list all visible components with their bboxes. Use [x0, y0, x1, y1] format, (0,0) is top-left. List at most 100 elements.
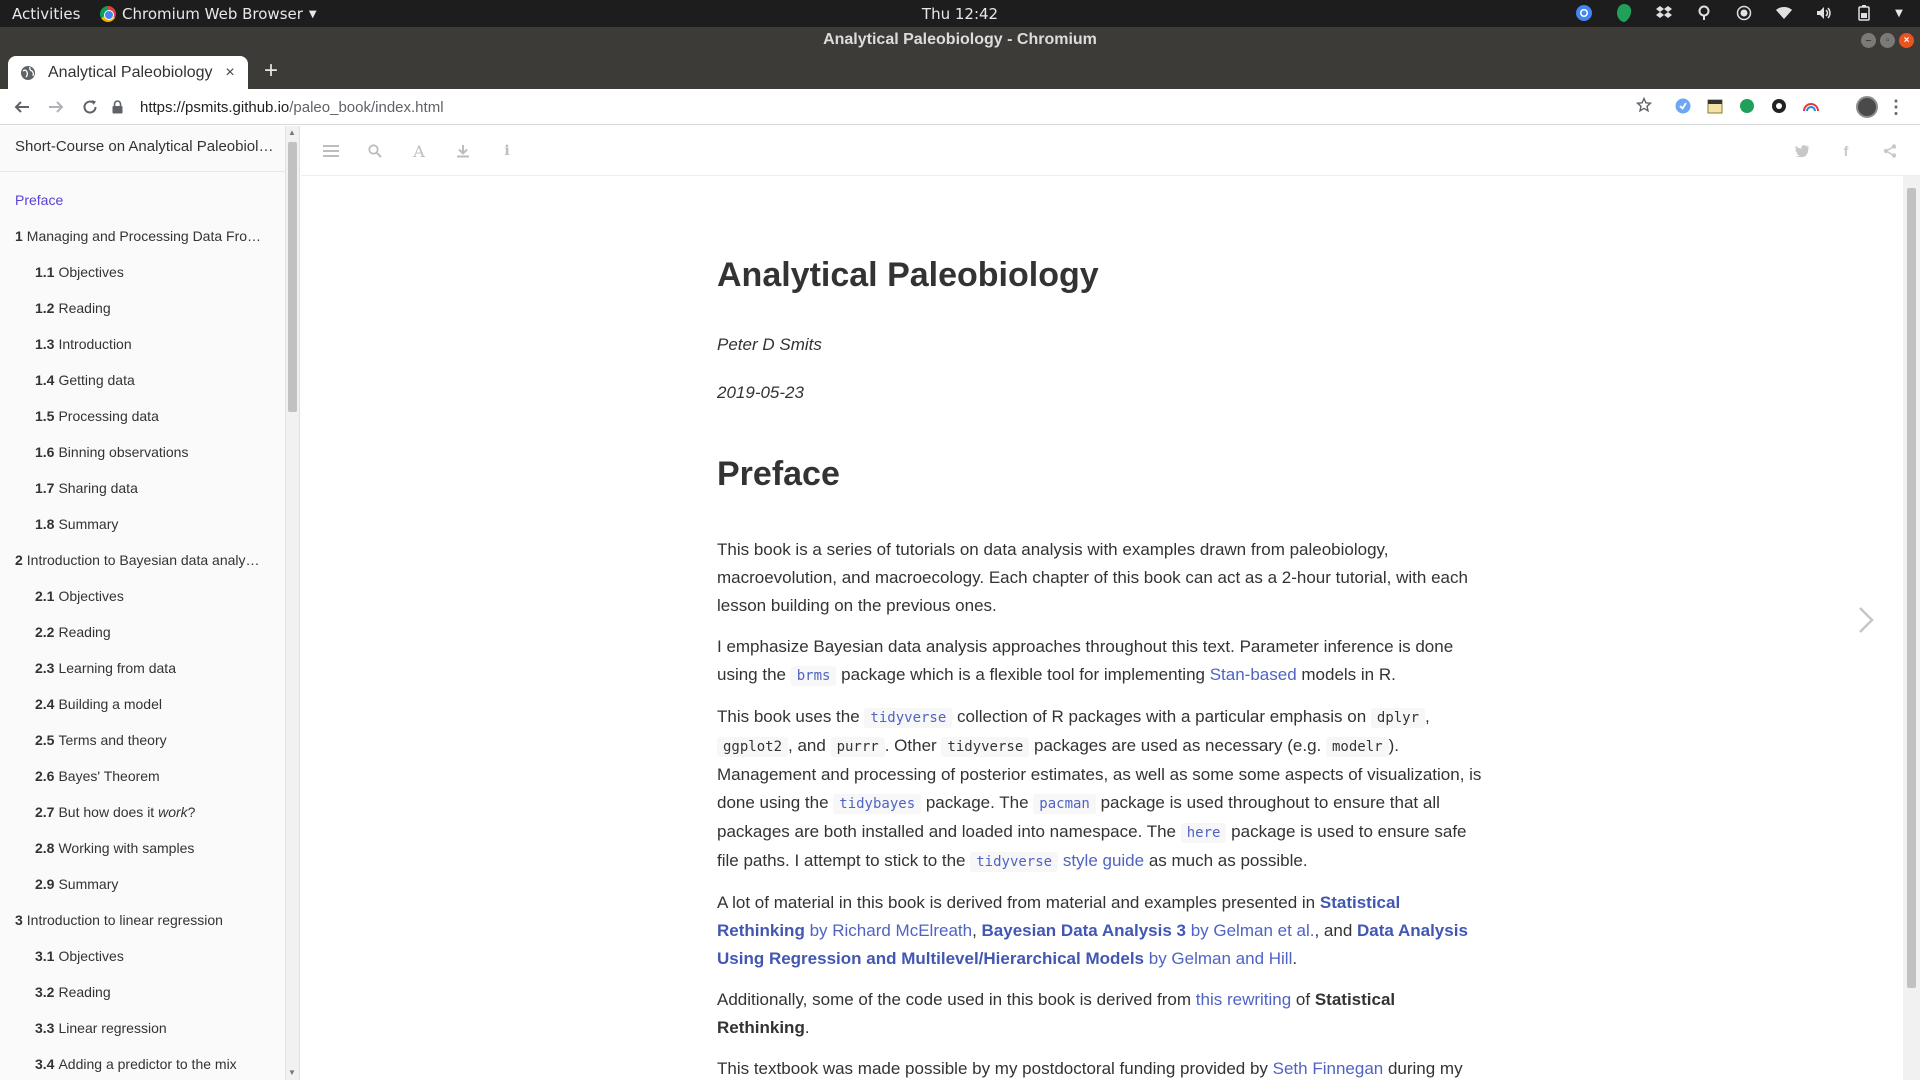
twitter-icon[interactable]: [1792, 142, 1812, 160]
new-tab-button[interactable]: +: [258, 59, 284, 85]
link-bold: Bayesian Data Analysis 3: [981, 921, 1186, 940]
paragraph-1: This book is a series of tutorials on da…: [717, 540, 1468, 615]
sidebar-item[interactable]: 3.2 Reading: [0, 974, 285, 1010]
search-icon[interactable]: [365, 142, 385, 160]
share-icon[interactable]: [1880, 142, 1900, 160]
sidebar-item[interactable]: 3.4 Adding a predictor to the mix: [0, 1046, 285, 1080]
sidebar-item[interactable]: 2.4 Building a model: [0, 686, 285, 722]
record-icon[interactable]: [1734, 3, 1754, 23]
clock[interactable]: Thu 12:42: [922, 5, 998, 23]
reload-button[interactable]: [76, 93, 104, 121]
brms-link[interactable]: brms: [790, 665, 837, 686]
back-button[interactable]: [8, 93, 36, 121]
info-icon[interactable]: i: [497, 142, 517, 160]
text: .: [1292, 949, 1298, 968]
text: , and: [1314, 921, 1358, 940]
tidybayes-link[interactable]: tidybayes: [833, 793, 922, 814]
app-menu[interactable]: Chromium Web Browser ▼: [100, 5, 317, 23]
dropbox-icon[interactable]: [1654, 3, 1674, 23]
activities-button[interactable]: Activities: [12, 5, 80, 23]
bookmark-star-icon[interactable]: [1635, 96, 1653, 117]
section-number: 1.1: [35, 264, 55, 280]
window-titlebar: Analytical Paleobiology - Chromium – ▫ ×: [0, 27, 1920, 55]
link-text: by Richard McElreath: [804, 921, 973, 940]
content-scroll-thumb[interactable]: [1907, 188, 1916, 988]
sidebar-item[interactable]: 1.7 Sharing data: [0, 470, 285, 506]
battery-icon[interactable]: [1854, 3, 1874, 23]
chrome-remote-icon[interactable]: [1574, 3, 1594, 23]
rewriting-link[interactable]: this rewriting: [1196, 990, 1291, 1009]
sidebar-item[interactable]: 2.8 Working with samples: [0, 830, 285, 866]
sidebar-item[interactable]: 2.2 Reading: [0, 614, 285, 650]
globe-icon: [20, 65, 36, 81]
sidebar-scroll-thumb[interactable]: [288, 142, 297, 412]
location-icon[interactable]: [1694, 3, 1714, 23]
extension-calendar-icon[interactable]: [1706, 97, 1724, 115]
sidebar-item-label: Sharing data: [58, 480, 138, 496]
window-title: Analytical Paleobiology - Chromium: [823, 31, 1097, 48]
sidebar-item[interactable]: 2.7 But how does it work?: [0, 794, 285, 830]
minimize-icon[interactable]: –: [1861, 33, 1876, 48]
paragraph-2: I emphasize Bayesian data analysis appro…: [717, 633, 1492, 690]
extension-rainbow-icon[interactable]: [1802, 97, 1820, 115]
pacman-link[interactable]: pacman: [1033, 793, 1096, 814]
download-icon[interactable]: [453, 142, 473, 160]
book-author: Peter D Smits: [717, 335, 822, 354]
address-bar[interactable]: https://psmits.github.io/paleo_book/inde…: [112, 93, 1653, 121]
sidebar-item[interactable]: 1.8 Summary: [0, 506, 285, 542]
lock-icon[interactable]: [112, 100, 126, 114]
sidebar-item[interactable]: 2.5 Terms and theory: [0, 722, 285, 758]
sidebar-item[interactable]: 3.1 Objectives: [0, 938, 285, 974]
extension-blue-icon[interactable]: [1674, 97, 1692, 115]
tidyverse-link[interactable]: tidyverse: [864, 707, 953, 728]
volume-icon[interactable]: [1814, 3, 1834, 23]
sidebar-item[interactable]: 1.6 Binning observations: [0, 434, 285, 470]
table-of-contents: Preface 1 Managing and Processing Data Fro…: [0, 172, 299, 1080]
seth-finnegan-link[interactable]: Seth Finnegan: [1273, 1059, 1384, 1078]
next-page-chevron-right-icon[interactable]: [1858, 606, 1874, 642]
sidebar-item[interactable]: 1.4 Getting data: [0, 362, 285, 398]
sidebar-item[interactable]: 1.1 Objectives: [0, 254, 285, 290]
sidebar-scrollbar[interactable]: ▲ ▼: [285, 126, 299, 1080]
extension-github-icon[interactable]: [1770, 97, 1788, 115]
book-short-title[interactable]: Short-Course on Analytical Paleobiol…: [0, 126, 285, 172]
maximize-icon[interactable]: ▫: [1880, 33, 1895, 48]
scroll-up-icon[interactable]: ▲: [287, 128, 297, 138]
scroll-down-icon[interactable]: ▼: [287, 1068, 297, 1078]
content-scrollbar[interactable]: [1903, 176, 1920, 1080]
sidebar-item[interactable]: 1.3 Introduction: [0, 326, 285, 362]
evernote-icon[interactable]: [1614, 3, 1634, 23]
chromium-icon: [100, 6, 116, 22]
forward-button[interactable]: [42, 93, 70, 121]
sidebar-item[interactable]: 3 Introduction to linear regression: [0, 902, 285, 938]
sidebar-item[interactable]: 2.6 Bayes' Theorem: [0, 758, 285, 794]
stan-link[interactable]: Stan-based: [1210, 665, 1297, 684]
extension-evernote-icon[interactable]: [1738, 97, 1756, 115]
sidebar-item[interactable]: 1.2 Reading: [0, 290, 285, 326]
font-settings-icon[interactable]: A: [409, 142, 429, 161]
sidebar-item[interactable]: 2 Introduction to Bayesian data analy…: [0, 542, 285, 578]
sidebar-item[interactable]: 1.5 Processing data: [0, 398, 285, 434]
sidebar-item[interactable]: 1 Managing and Processing Data Fro…: [0, 218, 285, 254]
sidebar-item[interactable]: 2.1 Objectives: [0, 578, 285, 614]
section-number: 2.3: [35, 660, 55, 676]
browser-menu-icon[interactable]: ⋮: [1886, 95, 1906, 119]
sidebar-item[interactable]: 3.3 Linear regression: [0, 1010, 285, 1046]
book-content: A i f Analytical Paleobiology Peter D Sm…: [301, 126, 1920, 1080]
bda3-link[interactable]: Bayesian Data Analysis 3 by Gelman et al…: [982, 921, 1315, 940]
text: , and: [788, 736, 831, 755]
sidebar-item-label: Reading: [58, 984, 111, 1000]
sidebar-item[interactable]: Preface: [0, 182, 285, 218]
sidebar-item[interactable]: 2.3 Learning from data: [0, 650, 285, 686]
close-tab-icon[interactable]: ×: [218, 64, 242, 82]
close-window-icon[interactable]: ×: [1899, 33, 1914, 48]
hamburger-icon[interactable]: [321, 142, 341, 160]
sidebar-item[interactable]: 2.9 Summary: [0, 866, 285, 902]
here-link[interactable]: here: [1180, 822, 1227, 843]
caret-down-icon[interactable]: ▼: [1894, 3, 1904, 23]
wifi-icon[interactable]: [1774, 3, 1794, 23]
style-guide-link[interactable]: tidyverse style guide: [970, 851, 1144, 872]
tab-analytical-paleobiology[interactable]: Analytical Paleobiology ×: [8, 56, 248, 89]
profile-avatar[interactable]: [1856, 96, 1878, 118]
facebook-icon[interactable]: f: [1836, 142, 1856, 160]
